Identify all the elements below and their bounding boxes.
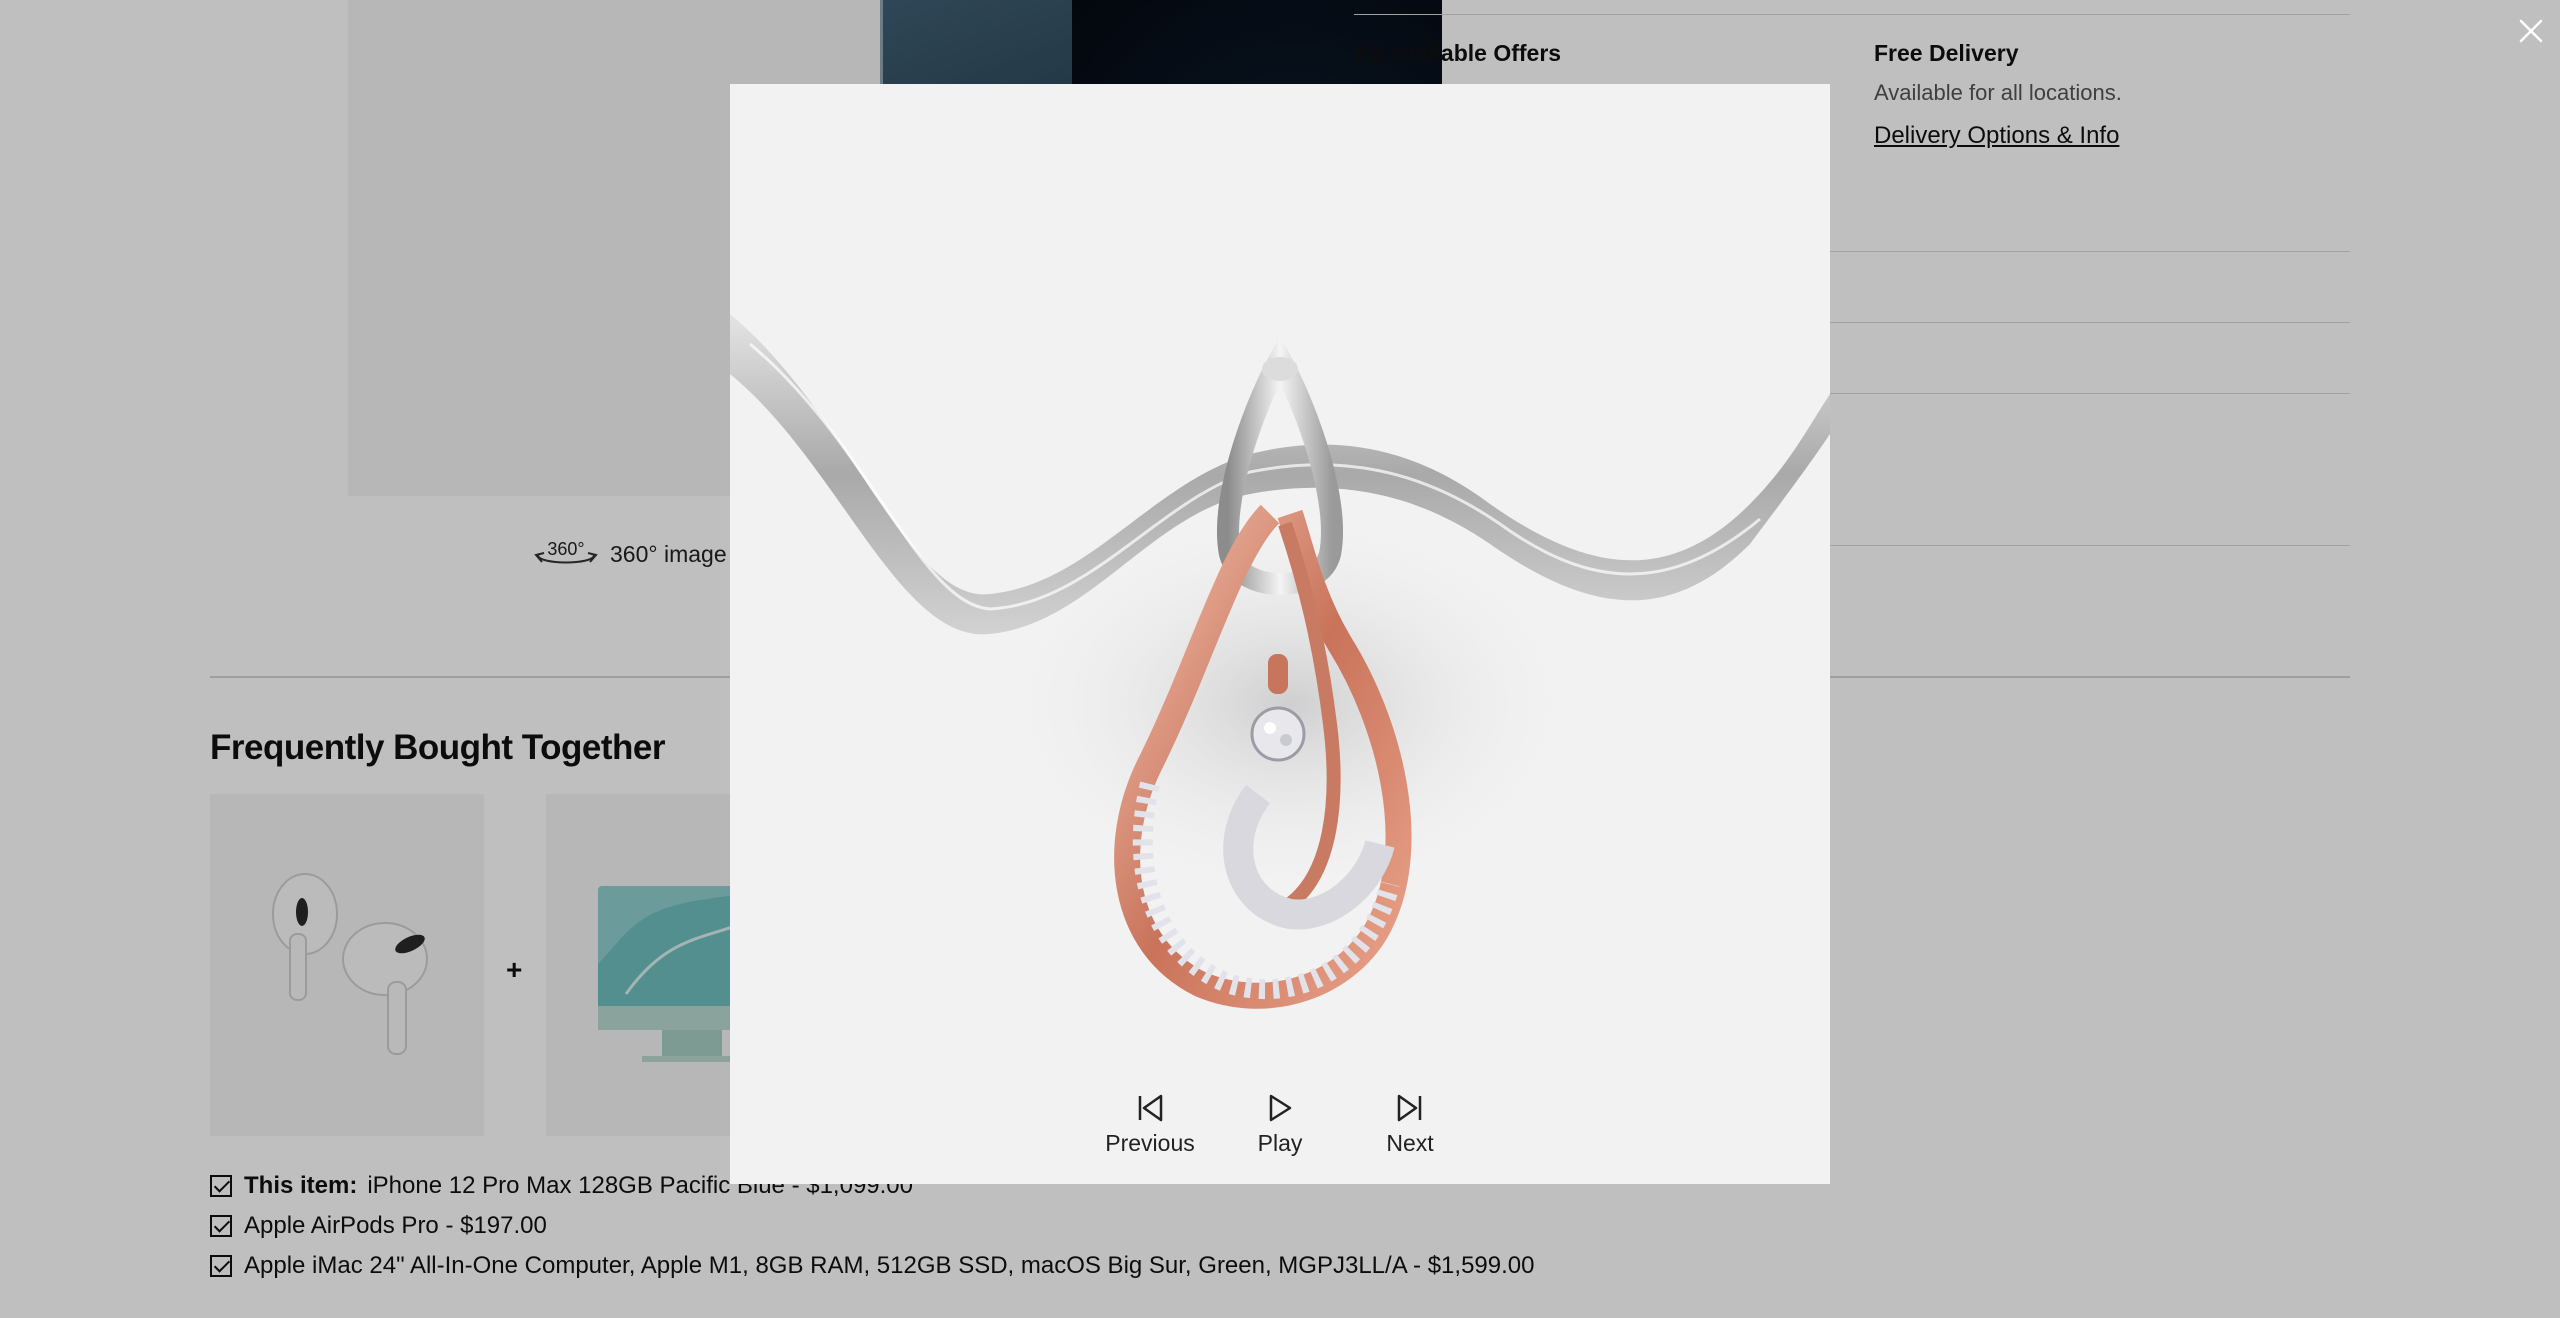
close-lightbox-button[interactable] <box>2516 16 2546 46</box>
previous-icon <box>1138 1094 1163 1122</box>
close-icon <box>2519 19 2543 43</box>
play-label: Play <box>1257 1130 1303 1156</box>
play-button[interactable]: Play <box>1235 1084 1325 1174</box>
lightbox-controls: Previous Play Next <box>730 1084 1830 1174</box>
lightbox-dialog: Previous Play Next <box>730 84 1830 1184</box>
next-label: Next <box>1386 1130 1434 1156</box>
play-icon <box>1269 1094 1292 1122</box>
previous-button[interactable]: Previous <box>1105 1084 1195 1174</box>
next-icon <box>1397 1094 1422 1122</box>
next-button[interactable]: Next <box>1365 1084 1455 1174</box>
pendant-photo <box>730 84 1830 1184</box>
previous-label: Previous <box>1105 1130 1195 1156</box>
